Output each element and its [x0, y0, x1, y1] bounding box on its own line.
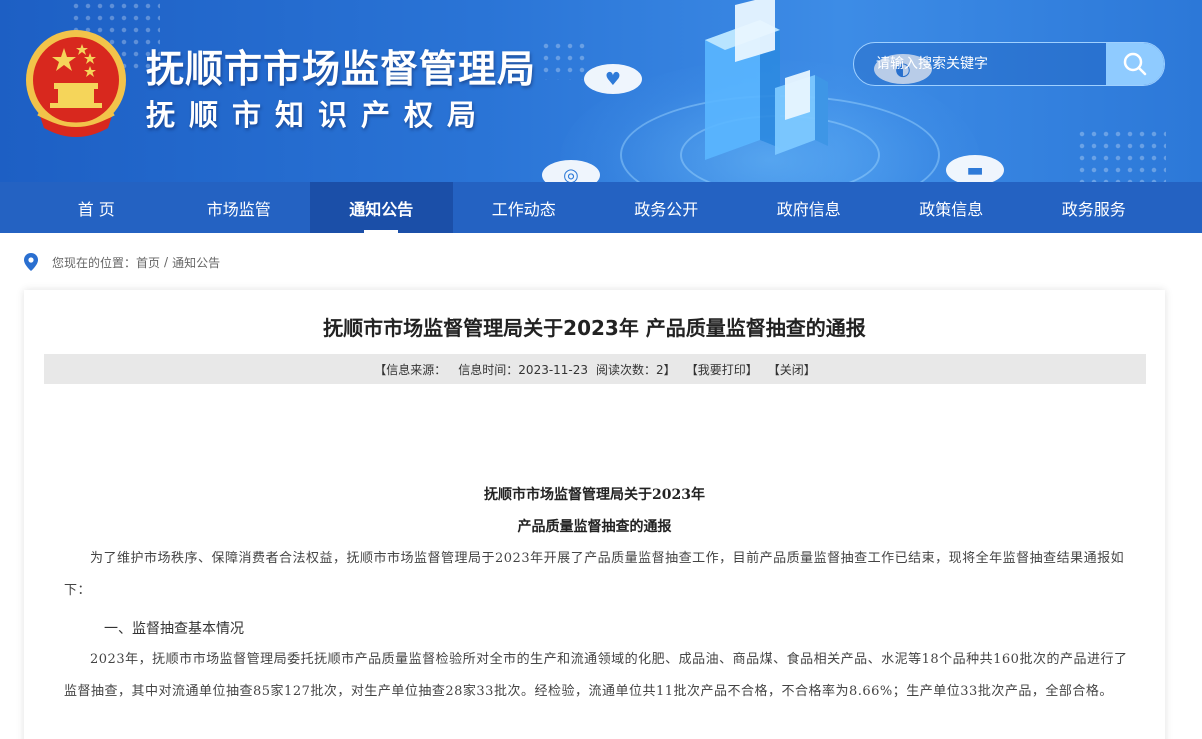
print-link[interactable]: 【我要打印】 — [686, 361, 758, 378]
body-paragraph-2: 2023年，抚顺市市场监督管理局委托抚顺市产品质量监督检验所对全市的生产和流通领… — [64, 652, 1128, 699]
nav-item-home[interactable]: 首 页 — [25, 182, 168, 233]
nav-item-government-affairs-disclosure[interactable]: 政务公开 — [595, 182, 738, 233]
search-deco-icon: ◎ — [542, 160, 600, 182]
header-banner: ♥ ◐ ▬ ◎ 抚顺市市场监督管理局 抚顺市知识产权局 — [0, 0, 1202, 182]
location-pin-icon — [24, 253, 38, 271]
meta-source: 【信息来源： — [374, 362, 447, 377]
nav-item-notices[interactable]: 通知公告 — [310, 182, 453, 233]
folder-illustration-icon — [705, 0, 828, 160]
nav-item-market-supervision[interactable]: 市场监管 — [168, 182, 311, 233]
site-title: 抚顺市市场监督管理局 — [146, 47, 537, 91]
article-title: 抚顺市市场监督管理局关于2023年 产品质量监督抽查的通报 — [323, 316, 866, 340]
nav-item-government-services[interactable]: 政务服务 — [1023, 182, 1166, 233]
nav-item-work-news[interactable]: 工作动态 — [453, 182, 596, 233]
meta-read-count: 阅读次数：2】 — [596, 362, 676, 377]
search-button[interactable] — [1106, 43, 1164, 85]
breadcrumb: 您现在的位置： 首页 / 通知公告 — [24, 252, 220, 272]
search-box — [853, 42, 1165, 86]
banner-dots — [540, 40, 590, 80]
meta-time: 信息时间：2023-11-23 — [458, 362, 589, 377]
banner-dots — [1076, 128, 1166, 182]
heart-hand-icon: ♥ — [584, 64, 642, 94]
site-subtitle: 抚顺市知识产权局 — [146, 98, 491, 132]
breadcrumb-current-link[interactable]: 通知公告 — [172, 254, 220, 271]
folder-icon: ▬ — [946, 155, 1004, 182]
body-paragraph-1: 为了维护市场秩序、保障消费者合法权益，抚顺市市场监督管理局于2023年开展了产品… — [64, 551, 1125, 598]
search-input[interactable] — [854, 43, 1108, 85]
breadcrumb-home-link[interactable]: 首页 — [136, 254, 160, 271]
close-link[interactable]: 【关闭】 — [768, 361, 816, 378]
article-card: 抚顺市市场监督管理局关于2023年 产品质量监督抽查的通报 【信息来源： 信息时… — [24, 290, 1165, 739]
nav-item-government-info[interactable]: 政府信息 — [738, 182, 881, 233]
national-emblem-icon — [26, 30, 126, 137]
main-nav: 首 页 市场监管 通知公告 工作动态 政务公开 政府信息 政策信息 政务服务 — [0, 182, 1202, 233]
article-meta-bar: 【信息来源： 信息时间：2023-11-23 阅读次数：2】 【我要打印】 【关… — [44, 354, 1146, 384]
document-heading-line-1: 抚顺市市场监督管理局关于2023年 — [484, 487, 705, 503]
document-heading-line-2: 产品质量监督抽查的通报 — [517, 519, 672, 535]
breadcrumb-separator: / — [164, 255, 169, 269]
search-icon — [1123, 52, 1147, 76]
breadcrumb-prefix: 您现在的位置： — [52, 255, 137, 270]
nav-item-policy-info[interactable]: 政策信息 — [880, 182, 1023, 233]
section-heading-1: 一、监督抽查基本情况 — [104, 621, 244, 637]
